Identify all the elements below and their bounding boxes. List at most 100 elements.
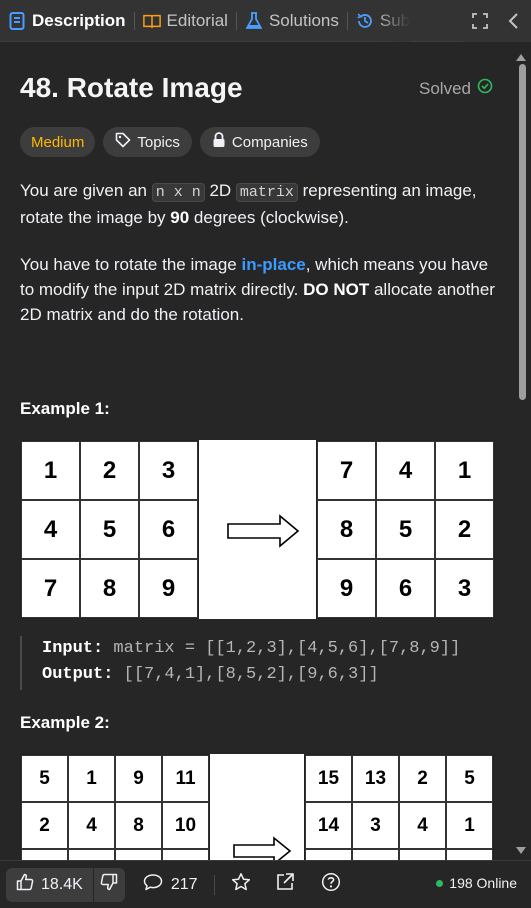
topics-button[interactable]: Topics xyxy=(103,127,192,157)
lock-icon xyxy=(212,132,226,152)
matrix-cell xyxy=(162,849,209,860)
matrix-cell: 9 xyxy=(115,755,162,802)
star-icon xyxy=(231,872,251,897)
solved-status: Solved xyxy=(419,78,493,99)
matrix-cell: 5 xyxy=(80,500,139,559)
text: degrees (clockwise). xyxy=(189,208,349,227)
history-icon xyxy=(356,12,374,30)
help-button[interactable] xyxy=(321,872,341,897)
tab-description[interactable]: Description xyxy=(0,0,134,42)
problem-tags: Medium Topics Companies xyxy=(20,127,320,157)
matrix-cell xyxy=(68,849,115,860)
matrix-cell: 3 xyxy=(352,802,399,849)
matrix-cell: 13 xyxy=(352,755,399,802)
online-dot xyxy=(436,879,444,887)
favorite-button[interactable] xyxy=(231,872,251,897)
tab-description-label: Description xyxy=(32,10,126,30)
tab-bar: Description Editorial Solutions Subm xyxy=(0,0,531,42)
matrix-cell: 8 xyxy=(80,559,139,618)
matrix-cell: 9 xyxy=(317,559,376,618)
example-1-io: Input: matrix = [[1,2,3],[4,5,6],[7,8,9]… xyxy=(20,636,490,690)
tab-solutions-label: Solutions xyxy=(268,10,339,30)
matrix-cell: 5 xyxy=(376,500,435,559)
bold-text: DO NOT xyxy=(303,280,370,299)
matrix-cell: 1 xyxy=(435,441,494,500)
example-2-image: 5 1 9 11 2 4 8 10 15 13 2 5 14 3 4 1 xyxy=(20,754,494,860)
in-place-link[interactable]: in-place xyxy=(241,255,305,274)
matrix-cell: 7 xyxy=(317,441,376,500)
online-status: 198 Online xyxy=(436,875,517,891)
example-1-input-line: Input: matrix = [[1,2,3],[4,5,6],[7,8,9]… xyxy=(42,636,490,662)
text: You are given an xyxy=(20,181,152,200)
scrollbar[interactable] xyxy=(516,54,528,854)
comments-count: 217 xyxy=(170,875,198,893)
comments-button[interactable]: 217 xyxy=(143,873,198,896)
tab-editorial[interactable]: Editorial xyxy=(135,0,236,42)
question-icon xyxy=(321,872,341,897)
matrix-cell: 1 xyxy=(21,441,80,500)
matrix-cell: 1 xyxy=(446,802,493,849)
matrix-cell: 1 xyxy=(68,755,115,802)
matrix-cell: 7 xyxy=(21,559,80,618)
input-label: Input: xyxy=(42,639,104,658)
matrix-cell: 4 xyxy=(21,500,80,559)
matrix-cell: 3 xyxy=(435,559,494,618)
matrix-cell: 4 xyxy=(399,802,446,849)
bottom-bar: 18.4K 217 198 Online xyxy=(0,860,531,908)
comment-icon xyxy=(143,873,163,896)
inline-code: matrix xyxy=(235,183,298,202)
matrix-cell: 3 xyxy=(139,441,198,500)
thumbs-up-icon xyxy=(16,873,34,896)
example-1-output-line: Output: [[7,4,1],[8,5,2],[9,6,3]] xyxy=(42,662,490,688)
tab-submissions-label: Subm xyxy=(379,10,410,30)
solved-label: Solved xyxy=(419,78,471,98)
scroll-up-arrow[interactable] xyxy=(516,54,526,61)
matrix-cell: 6 xyxy=(376,559,435,618)
matrix-cell: 10 xyxy=(162,802,209,849)
matrix-cell: 4 xyxy=(68,802,115,849)
book-icon xyxy=(142,12,161,30)
matrix-cell: 9 xyxy=(139,559,198,618)
matrix-cell xyxy=(352,849,399,860)
arrow-icon xyxy=(232,836,292,860)
like-button[interactable]: 18.4K xyxy=(6,868,93,902)
matrix-cell: 2 xyxy=(435,500,494,559)
share-icon xyxy=(275,872,295,897)
example-1-heading: Example 1: xyxy=(20,399,110,418)
share-button[interactable] xyxy=(275,872,295,897)
input-matrix: 123456789 xyxy=(20,440,199,619)
chevron-left-icon[interactable] xyxy=(497,0,531,42)
tab-editorial-label: Editorial xyxy=(166,10,228,30)
scroll-down-arrow[interactable] xyxy=(516,847,526,854)
scrollbar-thumb[interactable] xyxy=(519,64,526,400)
matrix-cell: 15 xyxy=(305,755,352,802)
topics-label: Topics xyxy=(137,133,180,151)
description-icon xyxy=(8,11,26,30)
matrix-cell xyxy=(305,849,352,860)
text: You have to rotate the image xyxy=(20,255,242,274)
inline-code: n x n xyxy=(151,183,205,202)
online-count: 198 Online xyxy=(449,875,517,891)
output-value: [[7,4,1],[8,5,2],[9,6,3]] xyxy=(113,665,379,684)
expand-icon[interactable] xyxy=(463,0,497,42)
tab-bar-actions xyxy=(463,0,531,42)
matrix-cell xyxy=(399,849,446,860)
matrix-cell: 14 xyxy=(305,802,352,849)
description-paragraph-2: You have to rotate the image in-place, w… xyxy=(20,252,500,327)
check-circle-icon xyxy=(477,78,493,99)
flask-icon xyxy=(245,11,263,30)
matrix-cell xyxy=(446,849,493,860)
input-value: matrix = [[1,2,3],[4,5,6],[7,8,9]] xyxy=(103,639,461,658)
thumbs-down-icon xyxy=(100,873,118,896)
companies-button[interactable]: Companies xyxy=(199,127,320,157)
matrix-cell: 2 xyxy=(21,802,68,849)
tab-submissions[interactable]: Subm xyxy=(348,0,410,42)
matrix-cell: 5 xyxy=(446,755,493,802)
tab-solutions[interactable]: Solutions xyxy=(237,0,347,42)
text: 2D xyxy=(204,181,236,200)
dislike-button[interactable] xyxy=(92,867,125,902)
matrix-cell xyxy=(115,849,162,860)
matrix-cell: 11 xyxy=(162,755,209,802)
matrix-cell: 6 xyxy=(139,500,198,559)
matrix-cell: 2 xyxy=(399,755,446,802)
